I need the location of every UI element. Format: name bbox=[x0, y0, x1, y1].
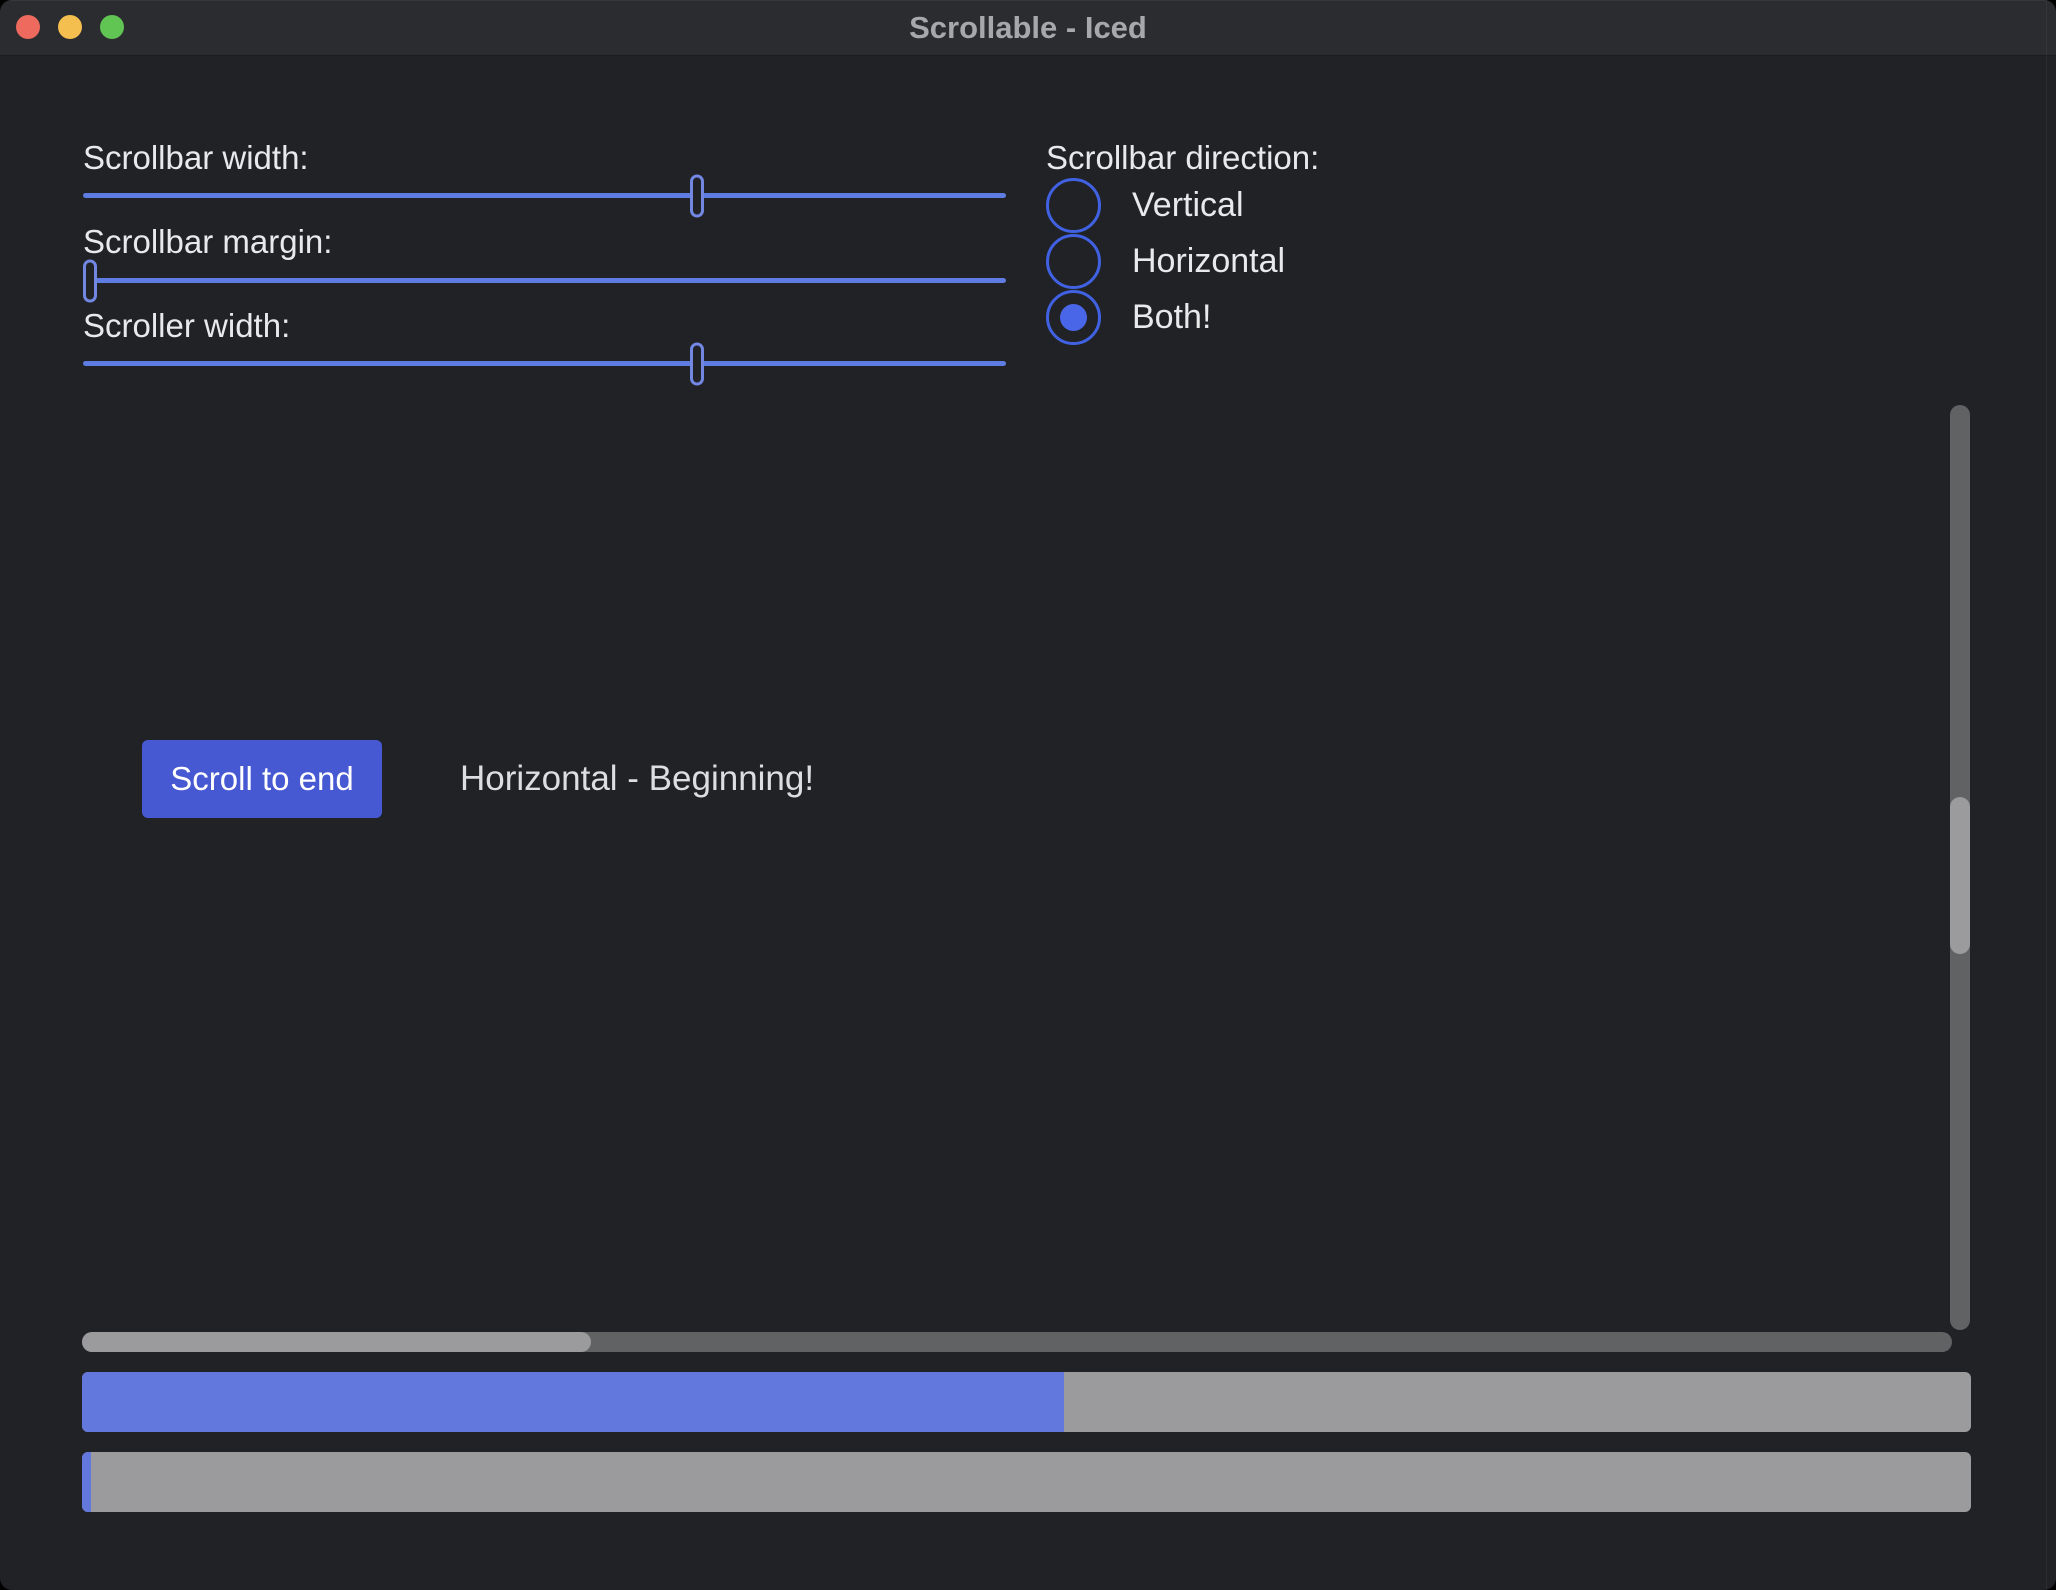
scrollbar-direction-label: Scrollbar direction: bbox=[1046, 139, 1319, 177]
scroll-to-end-button[interactable]: Scroll to end bbox=[142, 740, 382, 818]
horizontal-scroll-progress-bar bbox=[82, 1452, 1971, 1512]
vertical-scroll-progress-bar bbox=[82, 1372, 1971, 1432]
scrollbar-width-slider[interactable] bbox=[83, 173, 1006, 219]
vertical-scrollbar-track[interactable] bbox=[1950, 405, 1970, 1330]
slider-rail[interactable] bbox=[83, 278, 1006, 283]
scrollbar-margin-slider[interactable] bbox=[83, 258, 1006, 304]
radio-circle[interactable] bbox=[1046, 178, 1101, 233]
slider-rail[interactable] bbox=[83, 193, 1006, 198]
vertical-scrollbar-thumb[interactable] bbox=[1950, 797, 1970, 953]
horizontal-scrollbar-track[interactable] bbox=[82, 1332, 1952, 1352]
radio-label[interactable]: Both! bbox=[1132, 298, 1211, 337]
radio-dot-icon bbox=[1060, 304, 1087, 331]
progress-fill bbox=[82, 1452, 91, 1512]
scrollbar-width-label: Scrollbar width: bbox=[83, 139, 309, 177]
progress-fill bbox=[82, 1372, 1064, 1432]
scroll-status-text: Horizontal - Beginning! bbox=[460, 740, 814, 818]
app-window: Scrollable - Iced Scrollbar width: Scrol… bbox=[0, 0, 2056, 1590]
radio-label[interactable]: Vertical bbox=[1132, 186, 1244, 225]
window-title: Scrollable - Iced bbox=[0, 0, 2056, 55]
radio-option-horizontal[interactable]: Horizontal bbox=[1046, 233, 1285, 289]
scroller-width-slider[interactable] bbox=[83, 341, 1006, 387]
radio-label[interactable]: Horizontal bbox=[1132, 242, 1285, 281]
radio-option-both[interactable]: Both! bbox=[1046, 289, 1211, 345]
scrollbar-margin-label: Scrollbar margin: bbox=[83, 223, 332, 261]
radio-circle[interactable] bbox=[1046, 234, 1101, 289]
slider-handle[interactable] bbox=[690, 175, 704, 218]
radio-option-vertical[interactable]: Vertical bbox=[1046, 177, 1244, 233]
slider-handle[interactable] bbox=[690, 343, 704, 386]
horizontal-scrollbar-thumb[interactable] bbox=[82, 1332, 591, 1352]
titlebar[interactable]: Scrollable - Iced bbox=[0, 0, 2056, 56]
slider-handle[interactable] bbox=[83, 260, 97, 303]
window-right-edge-divider bbox=[2046, 0, 2047, 1590]
radio-circle[interactable] bbox=[1046, 290, 1101, 345]
scroller-width-label: Scroller width: bbox=[83, 307, 290, 345]
screenshot-stage: Scrollable - Iced Scrollbar width: Scrol… bbox=[0, 0, 2056, 1590]
slider-rail[interactable] bbox=[83, 361, 1006, 366]
